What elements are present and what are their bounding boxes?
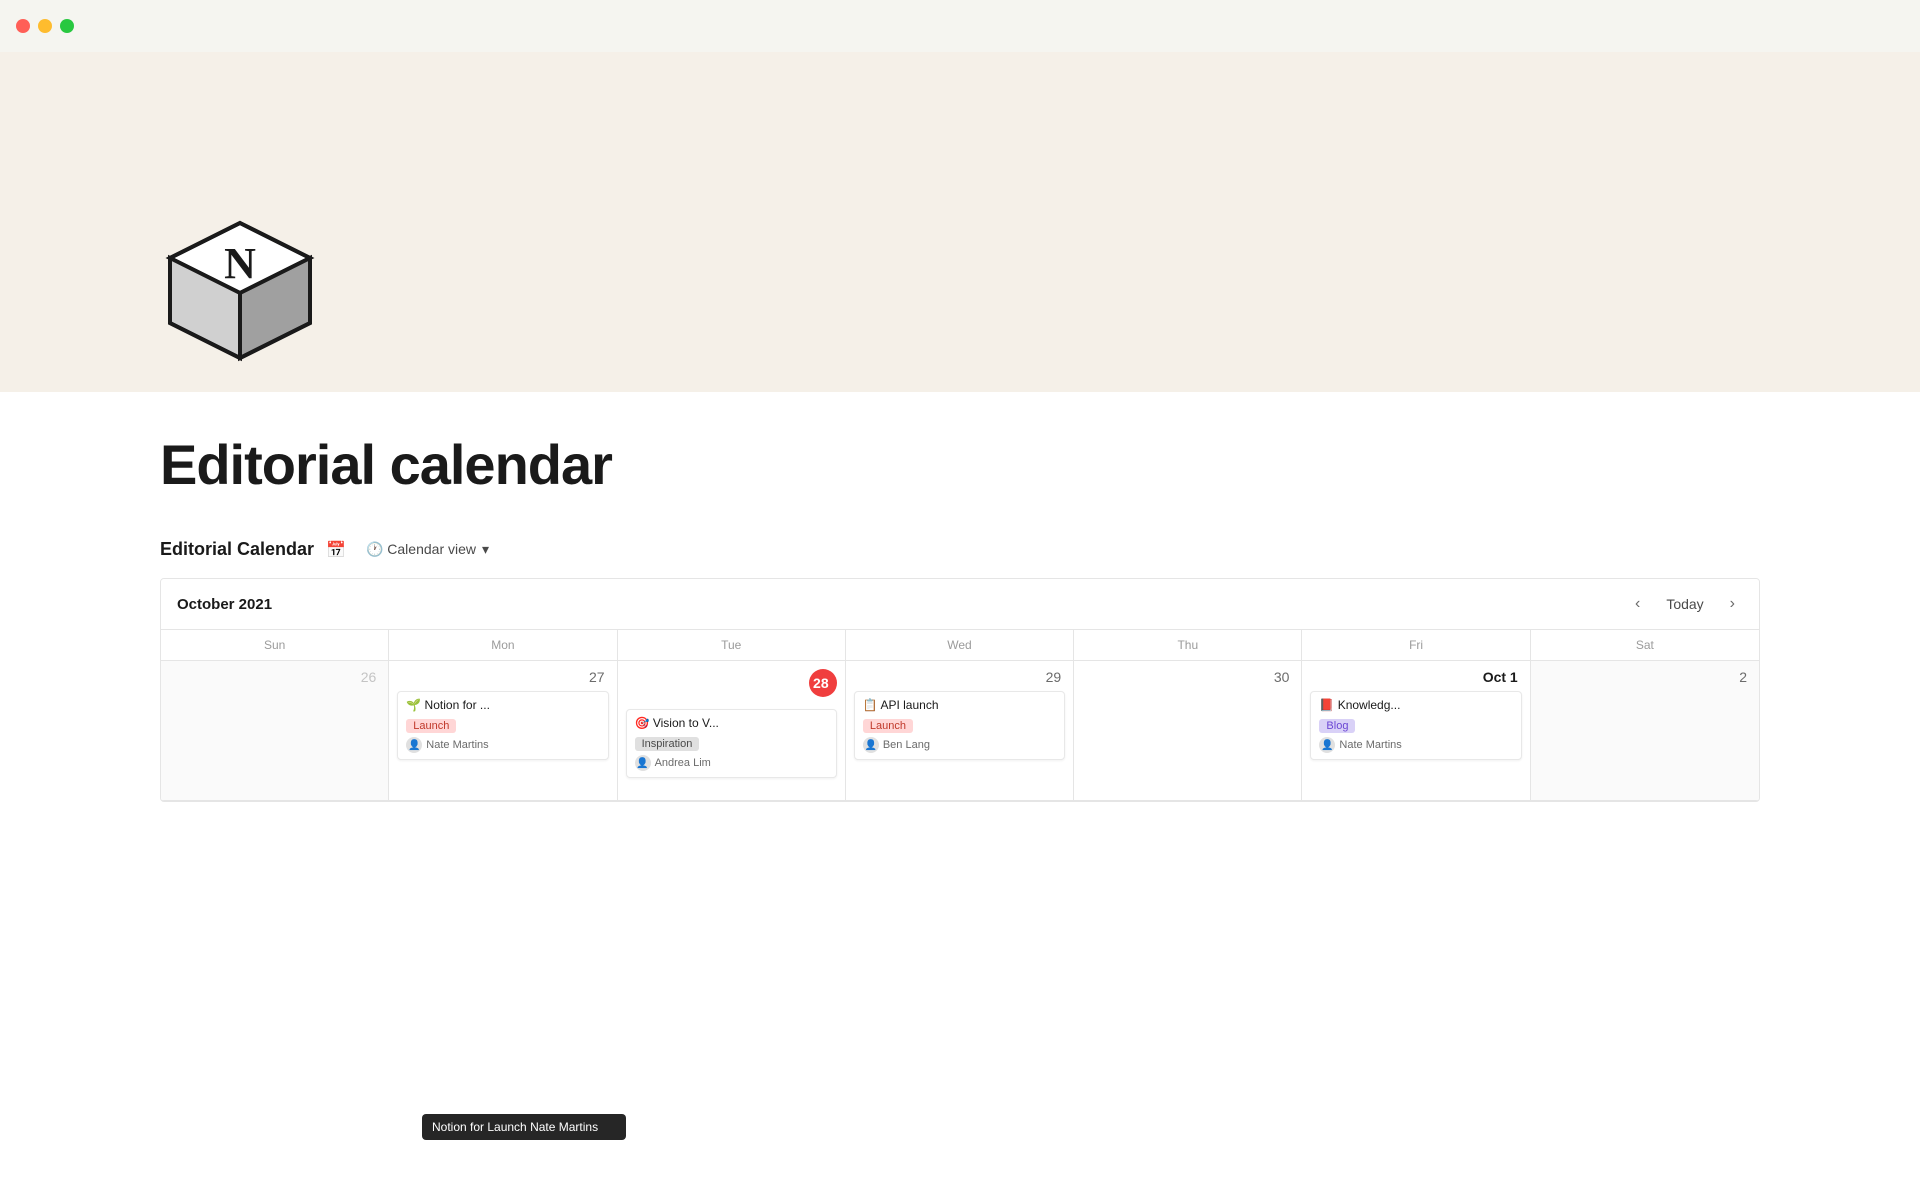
launch-tag: Launch xyxy=(863,719,913,733)
cell-date-today: 28 xyxy=(809,669,837,697)
day-header-sun: Sun xyxy=(161,630,389,660)
author-avatar-icon: 👤 xyxy=(1319,737,1335,753)
event-card-notion-for-launch[interactable]: 🌱 Notion for ... Launch 👤 Nate Martins xyxy=(397,691,608,760)
inspiration-tag: Inspiration xyxy=(635,737,700,751)
day-header-fri: Fri xyxy=(1302,630,1530,660)
svg-text:N: N xyxy=(224,239,256,288)
database-name: Editorial Calendar xyxy=(160,539,314,560)
calendar-cell-sep26: 26 xyxy=(161,661,389,801)
calendar-cell-oct2: 2 xyxy=(1531,661,1759,801)
day-header-tue: Tue xyxy=(618,630,846,660)
maximize-button[interactable] xyxy=(60,19,74,33)
event-card-api-launch[interactable]: 📋 API launch Launch 👤 Ben Lang xyxy=(854,691,1065,760)
author-name: Andrea Lim xyxy=(655,757,711,769)
tooltip-text: Notion for Launch Nate Martins xyxy=(432,1120,598,1134)
event-author: 👤 Nate Martins xyxy=(1319,737,1512,753)
calendar-container: October 2021 ‹ Today › Sun Mon Tue Wed T… xyxy=(160,578,1760,802)
cell-date: 29 xyxy=(854,669,1065,685)
cover-area: N xyxy=(0,52,1920,392)
page-title: Editorial calendar xyxy=(160,432,1760,497)
author-avatar-icon: 👤 xyxy=(406,737,422,753)
cell-date: 30 xyxy=(1082,669,1293,685)
day-headers: Sun Mon Tue Wed Thu Fri Sat xyxy=(161,630,1759,661)
day-header-sat: Sat xyxy=(1531,630,1759,660)
database-icon: 📅 xyxy=(326,540,346,560)
day-header-mon: Mon xyxy=(389,630,617,660)
author-name: Ben Lang xyxy=(883,739,930,751)
view-label: 🕐 Calendar view xyxy=(366,541,476,558)
today-button[interactable]: Today xyxy=(1656,592,1713,616)
calendar-grid: 26 27 🌱 Notion for ... Launch 👤 Nate Mar… xyxy=(161,661,1759,801)
calendar-month-label: October 2021 xyxy=(177,596,272,613)
notion-logo-icon: N xyxy=(160,208,320,368)
calendar-cell-sep27: 27 🌱 Notion for ... Launch 👤 Nate Martin… xyxy=(389,661,617,801)
next-month-button[interactable]: › xyxy=(1722,591,1743,617)
close-button[interactable] xyxy=(16,19,30,33)
calendar-cell-oct1: Oct 1 📕 Knowledg... Blog 👤 Nate Martins xyxy=(1302,661,1530,801)
titlebar xyxy=(0,0,1920,52)
launch-tag: Launch xyxy=(406,719,456,733)
event-author: 👤 Nate Martins xyxy=(406,737,599,753)
event-title: 🌱 Notion for ... xyxy=(406,698,599,712)
minimize-button[interactable] xyxy=(38,19,52,33)
chevron-down-icon: ▾ xyxy=(482,541,489,558)
blog-tag: Blog xyxy=(1319,719,1355,733)
author-avatar-icon: 👤 xyxy=(863,737,879,753)
event-tag: Launch xyxy=(863,716,1056,737)
author-name: Nate Martins xyxy=(1339,739,1401,751)
event-card-vision-to-v[interactable]: 🎯 Vision to V... Inspiration 👤 Andrea Li… xyxy=(626,709,837,778)
event-title: 📕 Knowledg... xyxy=(1319,698,1512,712)
calendar-cell-sep30: 30 xyxy=(1074,661,1302,801)
page-content: Editorial calendar Editorial Calendar 📅 … xyxy=(0,392,1920,802)
event-tag: Launch xyxy=(406,716,599,737)
calendar-nav: October 2021 ‹ Today › xyxy=(161,579,1759,630)
cell-date: 27 xyxy=(397,669,608,685)
calendar-nav-right: ‹ Today › xyxy=(1627,591,1743,617)
event-title: 🎯 Vision to V... xyxy=(635,716,828,730)
day-header-wed: Wed xyxy=(846,630,1074,660)
author-avatar-icon: 👤 xyxy=(635,755,651,771)
event-tag: Inspiration xyxy=(635,734,828,755)
view-selector[interactable]: 🕐 Calendar view ▾ xyxy=(358,537,497,562)
event-title: 📋 API launch xyxy=(863,698,1056,712)
prev-month-button[interactable]: ‹ xyxy=(1627,591,1648,617)
cell-date: 26 xyxy=(169,669,380,685)
calendar-cell-sep29: 29 📋 API launch Launch 👤 Ben Lang xyxy=(846,661,1074,801)
day-header-thu: Thu xyxy=(1074,630,1302,660)
database-header: Editorial Calendar 📅 🕐 Calendar view ▾ xyxy=(160,537,1760,562)
event-card-knowledge[interactable]: 📕 Knowledg... Blog 👤 Nate Martins xyxy=(1310,691,1521,760)
calendar-cell-sep28: 28 🎯 Vision to V... Inspiration 👤 Andrea… xyxy=(618,661,846,801)
cell-date: 2 xyxy=(1539,669,1751,685)
event-author: 👤 Ben Lang xyxy=(863,737,1056,753)
event-author: 👤 Andrea Lim xyxy=(635,755,828,771)
author-name: Nate Martins xyxy=(426,739,488,751)
cell-date: Oct 1 xyxy=(1310,669,1521,685)
event-tag: Blog xyxy=(1319,716,1512,737)
tooltip-popup: Notion for Launch Nate Martins xyxy=(422,1114,626,1140)
